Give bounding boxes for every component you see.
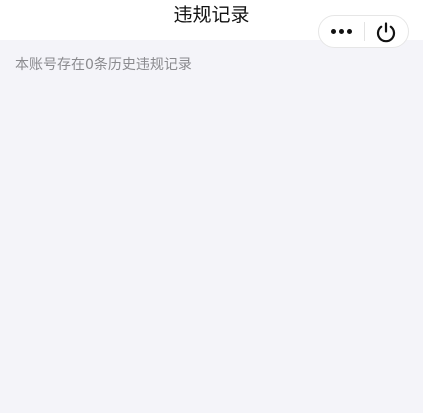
close-button[interactable]	[364, 16, 408, 47]
power-icon	[377, 21, 396, 42]
app-root: 违规记录 本账号存在0条历史违规记录	[0, 0, 423, 413]
mini-program-capsule	[318, 15, 409, 48]
more-button[interactable]	[319, 16, 364, 47]
more-dots-icon	[330, 29, 352, 34]
violation-count-text: 本账号存在0条历史违规记录	[15, 57, 192, 73]
